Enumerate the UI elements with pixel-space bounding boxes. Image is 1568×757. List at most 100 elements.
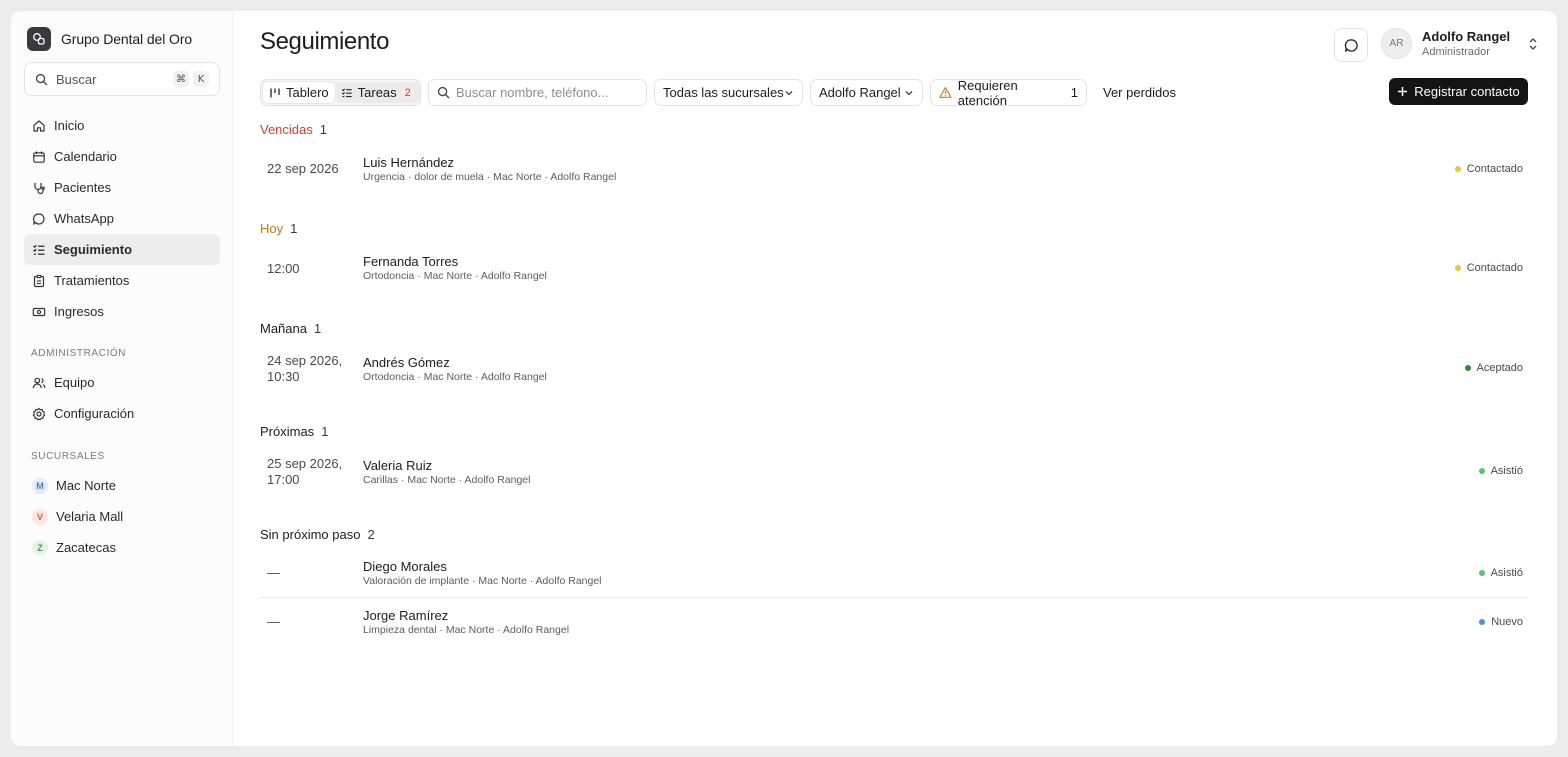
- row-subtitle: Carillas · Mac Norte · Adolfo Rangel: [363, 474, 531, 486]
- sidebar-item-whatsapp[interactable]: WhatsApp: [24, 203, 220, 234]
- status-label: Contactado: [1466, 163, 1523, 175]
- attention-label: Requieren atención: [957, 77, 1018, 108]
- search-label: Buscar: [56, 71, 97, 87]
- status-badge: Contactado: [1454, 163, 1523, 175]
- group-title: Próximas: [260, 424, 315, 439]
- messages-button[interactable]: [1334, 28, 1368, 62]
- row-subtitle: Ortodoncia · Mac Norte · Adolfo Rangel: [363, 270, 547, 282]
- list-item[interactable]: 22 sep 2026 Luis Hernández Urgencia · do…: [260, 152, 1529, 188]
- chevron-down-icon: [785, 90, 793, 95]
- owner-filter-select[interactable]: Adolfo Rangel: [810, 79, 923, 106]
- group-count: 1: [290, 221, 298, 236]
- select-value: Adolfo Rangel: [819, 85, 901, 100]
- main-nav: Inicio Calendario Pacientes WhatsApp Seg…: [24, 110, 220, 327]
- tab-label: Tablero: [286, 85, 329, 100]
- app-window: Grupo Dental del Oro Buscar ⌘ K Inicio C…: [11, 11, 1557, 746]
- sidebar-item-pacientes[interactable]: Pacientes: [24, 172, 220, 203]
- sidebar-item-label: Seguimiento: [54, 242, 133, 257]
- status-label: Nuevo: [1491, 616, 1523, 628]
- kbd-k: K: [193, 71, 209, 87]
- sidebar-item-calendario[interactable]: Calendario: [24, 141, 220, 172]
- status-dot: [1478, 570, 1485, 576]
- section-label-branches: SUCURSALES: [31, 451, 105, 462]
- sidebar-item-equipo[interactable]: Equipo: [24, 367, 220, 398]
- sidebar-item-ingresos[interactable]: Ingresos: [24, 296, 220, 327]
- list-item[interactable]: 12:00 Fernanda Torres Ortodoncia · Mac N…: [260, 252, 1529, 288]
- users-icon: [32, 377, 46, 388]
- branch-avatar: Z: [32, 539, 48, 556]
- register-contact-button[interactable]: Registrar contacto: [1389, 78, 1528, 105]
- avatar: AR: [1381, 28, 1412, 59]
- tab-tareas[interactable]: Tareas 2: [334, 82, 420, 103]
- sidebar-item-seguimiento[interactable]: Seguimiento: [24, 234, 220, 265]
- sidebar-item-configuracion[interactable]: Configuración: [24, 398, 220, 429]
- list-item[interactable]: 25 sep 2026, 17:00 Valeria Ruiz Carillas…: [260, 455, 1529, 495]
- list-item[interactable]: — Jorge Ramírez Limpieza dental · Mac No…: [260, 606, 1529, 646]
- sidebar-item-zacatecas[interactable]: Z Zacatecas: [24, 532, 220, 563]
- sidebar-item-label: Configuración: [54, 406, 135, 421]
- row-when: 24 sep 2026, 10:30: [267, 353, 343, 384]
- sidebar-item-tratamientos[interactable]: Tratamientos: [24, 265, 220, 296]
- brand[interactable]: Grupo Dental del Oro: [27, 27, 192, 51]
- sidebar-item-label: Ingresos: [54, 304, 104, 319]
- admin-nav: Equipo Configuración: [24, 367, 220, 429]
- toolbar: Tablero Tareas 2 Buscar nombre, teléfono…: [260, 77, 1530, 108]
- sidebar-item-label: WhatsApp: [54, 211, 114, 226]
- user-menu[interactable]: AR Adolfo Rangel Administrador: [1381, 28, 1538, 59]
- sidebar-search[interactable]: Buscar ⌘ K: [24, 62, 220, 96]
- group-header-manana: Mañana 1: [260, 321, 321, 336]
- view-lost-link[interactable]: Ver perdidos: [1103, 85, 1176, 100]
- kbd-cmd: ⌘: [173, 71, 189, 87]
- status-badge: Asistió: [1478, 567, 1523, 579]
- warning-icon: [939, 87, 952, 98]
- user-info: Adolfo Rangel Administrador: [1422, 29, 1510, 58]
- status-badge: Contactado: [1454, 262, 1523, 274]
- group-title: Mañana: [260, 321, 307, 336]
- chevron-down-icon: [905, 90, 913, 95]
- attention-filter-button[interactable]: Requieren atención 1: [930, 77, 1087, 108]
- sidebar-item-label: Calendario: [54, 149, 117, 164]
- list-item[interactable]: 24 sep 2026, 10:30 Andrés Gómez Ortodonc…: [260, 352, 1529, 392]
- stethoscope-icon: [34, 182, 45, 194]
- sidebar-item-label: Zacatecas: [56, 540, 116, 555]
- row-name: Diego Morales: [363, 559, 447, 574]
- sidebar-item-label: Tratamientos: [54, 273, 130, 288]
- status-label: Asistió: [1490, 567, 1523, 579]
- list-item[interactable]: — Diego Morales Valoración de implante ·…: [260, 557, 1529, 597]
- brand-name: Grupo Dental del Oro: [61, 31, 193, 47]
- contact-search-input[interactable]: Buscar nombre, teléfono...: [428, 79, 647, 106]
- row-when: —: [267, 614, 280, 629]
- status-dot: [1464, 365, 1471, 371]
- status-dot: [1454, 265, 1461, 271]
- status-badge: Asistió: [1478, 465, 1523, 477]
- sidebar-item-mac-norte[interactable]: M Mac Norte: [24, 470, 220, 501]
- tab-tablero[interactable]: Tablero: [263, 82, 335, 103]
- chevron-updown-icon: [1529, 37, 1537, 50]
- view-switcher: Tablero Tareas 2: [260, 79, 421, 106]
- branches-nav: M Mac Norte V Velaria Mall Z Zacatecas: [24, 470, 220, 563]
- group-count: 1: [313, 321, 322, 336]
- group-header-proximas: Próximas 1: [260, 424, 328, 439]
- row-subtitle: Limpieza dental · Mac Norte · Adolfo Ran…: [363, 624, 570, 636]
- clipboard-icon: [33, 274, 45, 287]
- status-label: Contactado: [1466, 262, 1523, 274]
- row-when: —: [267, 565, 280, 580]
- sidebar-item-velaria-mall[interactable]: V Velaria Mall: [24, 501, 220, 532]
- page-title: Seguimiento: [260, 28, 390, 55]
- branch-filter-select[interactable]: Todas las sucursales: [654, 79, 803, 106]
- group-header-sin-proximo-paso: Sin próximo paso 2: [260, 527, 375, 542]
- branch-avatar: V: [32, 508, 48, 525]
- row-when: 22 sep 2026: [267, 161, 339, 176]
- search-placeholder: Buscar nombre, teléfono...: [456, 85, 609, 100]
- sidebar-item-label: Mac Norte: [56, 478, 116, 493]
- status-badge: Aceptado: [1464, 362, 1523, 374]
- plus-icon: [1398, 87, 1408, 96]
- banknote-icon: [32, 307, 46, 316]
- row-subtitle: Ortodoncia · Mac Norte · Adolfo Rangel: [363, 371, 547, 383]
- list-check-icon: [341, 88, 352, 97]
- list-check-icon: [33, 244, 45, 255]
- row-name: Andrés Gómez: [363, 355, 450, 370]
- user-name: Adolfo Rangel: [1422, 29, 1511, 44]
- sidebar-item-inicio[interactable]: Inicio: [24, 110, 220, 141]
- sidebar: Grupo Dental del Oro Buscar ⌘ K Inicio C…: [11, 11, 233, 746]
